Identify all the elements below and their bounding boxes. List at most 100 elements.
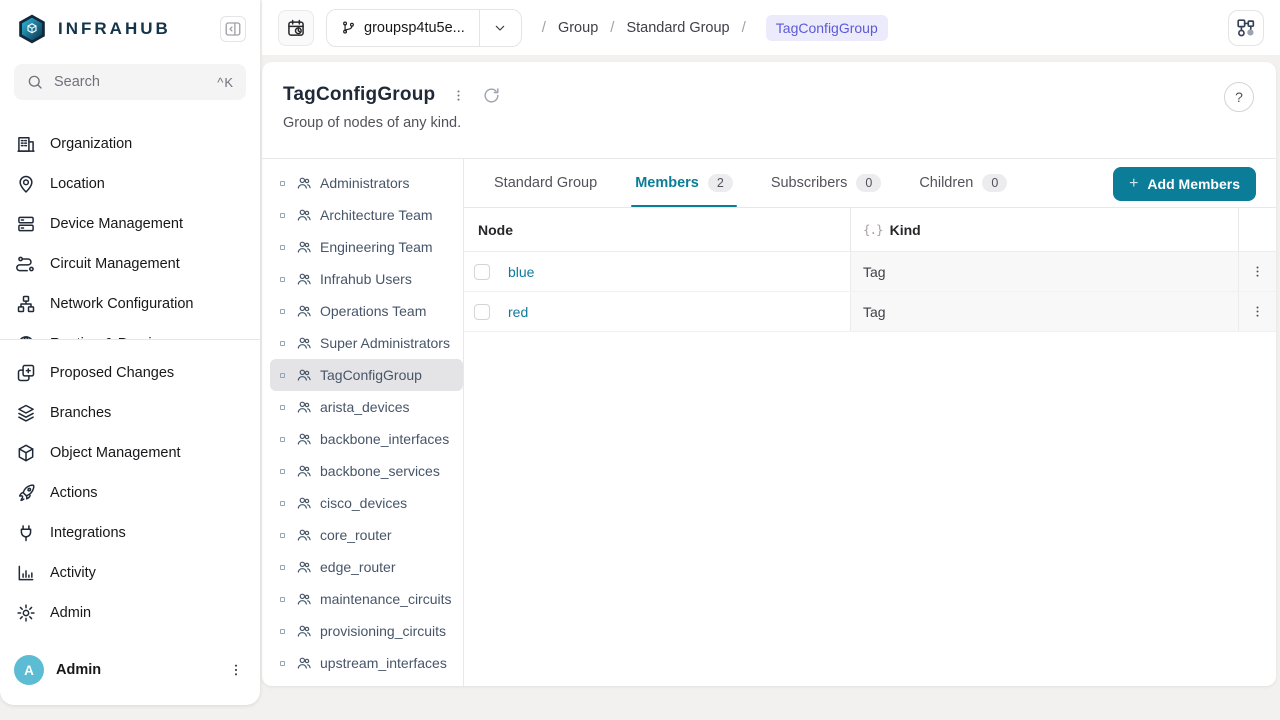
refresh-icon bbox=[484, 87, 499, 103]
group-list-item-tagconfiggroup[interactable]: TagConfigGroup bbox=[270, 359, 463, 391]
bullet-icon bbox=[280, 436, 285, 442]
users-icon bbox=[297, 497, 311, 509]
search-icon bbox=[28, 75, 42, 89]
group-list-item-label: Architecture Team bbox=[320, 207, 433, 223]
sidebar-item-actions[interactable]: Actions bbox=[0, 473, 260, 513]
sidebar-item-object-management[interactable]: Object Management bbox=[0, 433, 260, 473]
group-list-item-backbone-services[interactable]: backbone_services bbox=[262, 455, 463, 487]
page-description: Group of nodes of any kind. bbox=[283, 115, 462, 131]
row-actions-button[interactable] bbox=[1250, 304, 1265, 319]
schema-button[interactable] bbox=[1228, 9, 1264, 46]
git-branch-icon bbox=[343, 21, 354, 34]
sidebar-item-device-management[interactable]: Device Management bbox=[0, 204, 260, 244]
group-list-item-label: edge_router bbox=[320, 559, 396, 575]
group-list-item-label: Operations Team bbox=[320, 303, 427, 319]
refresh-button[interactable] bbox=[482, 86, 501, 105]
group-list-item-label: backbone_interfaces bbox=[320, 431, 450, 447]
layers-icon bbox=[18, 404, 34, 422]
group-list-item-label: Infrahub Users bbox=[320, 271, 412, 287]
group-list-item-engineering-team[interactable]: Engineering Team bbox=[262, 231, 463, 263]
breadcrumb-current[interactable]: TagConfigGroup bbox=[765, 14, 888, 41]
tab-label: Children bbox=[919, 175, 974, 191]
sidebar-item-activity[interactable]: Activity bbox=[0, 553, 260, 593]
group-list-item-core-router[interactable]: core_router bbox=[262, 519, 463, 551]
sidebar-item-organization[interactable]: Organization bbox=[0, 124, 260, 164]
branch-selector[interactable]: groupsp4tu5e... bbox=[326, 8, 522, 47]
tab-members[interactable]: Members 2 bbox=[631, 159, 737, 207]
breadcrumb-item-standard-group[interactable]: Standard Group bbox=[626, 20, 729, 36]
gear-icon bbox=[17, 604, 35, 622]
bullet-icon bbox=[280, 564, 285, 570]
sidebar-item-circuit-management[interactable]: Circuit Management bbox=[0, 244, 260, 284]
group-list-item-maintenance-circuits[interactable]: maintenance_circuits bbox=[262, 583, 463, 615]
row-checkbox[interactable] bbox=[474, 303, 490, 320]
group-list-item-architecture-team[interactable]: Architecture Team bbox=[262, 199, 463, 231]
group-list-item-provisioning-circuits[interactable]: provisioning_circuits bbox=[262, 615, 463, 647]
group-list-item-infrahub-users[interactable]: Infrahub Users bbox=[262, 263, 463, 295]
diff-icon bbox=[17, 364, 35, 382]
row-actions-button[interactable] bbox=[1250, 264, 1265, 279]
title-menu-button[interactable] bbox=[451, 88, 466, 103]
sidebar-item-label: Integrations bbox=[50, 525, 126, 541]
breadcrumb-item-group[interactable]: Group bbox=[558, 20, 598, 36]
chevron-down-icon bbox=[496, 25, 505, 31]
breadcrumb: / Group / Standard Group / bbox=[534, 19, 754, 36]
add-members-button[interactable]: + Add Members bbox=[1113, 167, 1256, 201]
user-menu-button[interactable] bbox=[228, 662, 244, 678]
sidebar-item-label: Proposed Changes bbox=[50, 365, 175, 381]
bullet-icon bbox=[280, 372, 285, 378]
help-button[interactable]: ? bbox=[1224, 82, 1254, 112]
group-list-item-cisco-devices[interactable]: cisco_devices bbox=[262, 487, 463, 519]
time-travel-button[interactable] bbox=[278, 9, 314, 46]
row-checkbox[interactable] bbox=[474, 263, 490, 280]
tab-label: Subscribers bbox=[770, 175, 848, 191]
sidebar-item-label: Actions bbox=[50, 485, 98, 501]
schema-icon bbox=[1237, 18, 1255, 36]
group-list-item-super-administrators[interactable]: Super Administrators bbox=[262, 327, 463, 359]
tab-standard-group[interactable]: Standard Group bbox=[494, 159, 597, 207]
sidebar-item-integrations[interactable]: Integrations bbox=[0, 513, 260, 553]
sidebar-item-admin[interactable]: Admin bbox=[0, 593, 260, 633]
panel-collapse-icon bbox=[225, 22, 241, 36]
avatar: A bbox=[14, 655, 44, 685]
node-link-blue[interactable]: blue bbox=[508, 264, 534, 280]
bullet-icon bbox=[280, 596, 285, 602]
sidebar-item-location[interactable]: Location bbox=[0, 164, 260, 204]
bullet-icon bbox=[280, 404, 285, 410]
group-list-item-administrators[interactable]: Administrators bbox=[262, 167, 463, 199]
table-row: blue Tag bbox=[464, 252, 1276, 292]
users-icon bbox=[297, 241, 311, 253]
users-icon bbox=[297, 401, 311, 413]
page-title: TagConfigGroup bbox=[283, 84, 436, 105]
group-list-item-operations-team[interactable]: Operations Team bbox=[262, 295, 463, 327]
sidebar-item-label: Circuit Management bbox=[50, 256, 180, 272]
sidebar-item-network-configuration[interactable]: Network Configuration bbox=[0, 284, 260, 324]
sidebar-item-branches[interactable]: Branches bbox=[0, 393, 260, 433]
tab-children[interactable]: Children 0 bbox=[919, 159, 1008, 207]
sidebar-collapse-button[interactable] bbox=[220, 16, 246, 42]
bullet-icon bbox=[280, 212, 285, 218]
building-icon bbox=[17, 137, 35, 152]
chevron-down-icon[interactable] bbox=[478, 9, 521, 46]
breadcrumb-separator: / bbox=[610, 19, 615, 36]
sidebar-item-label: Activity bbox=[50, 565, 96, 581]
group-list-item-backbone-interfaces[interactable]: backbone_interfaces bbox=[262, 423, 463, 455]
table-header: Node {.} Kind bbox=[464, 208, 1276, 252]
kebab-icon bbox=[1256, 306, 1259, 317]
sidebar-item-proposed-changes[interactable]: Proposed Changes bbox=[0, 353, 260, 393]
group-list-item-upstream-interfaces[interactable]: upstream_interfaces bbox=[262, 647, 463, 679]
table-body: blue Tag red Tag bbox=[464, 252, 1276, 332]
users-icon bbox=[297, 273, 311, 285]
sidebar-item-routing-peering[interactable]: Routing & Peering bbox=[0, 324, 260, 339]
breadcrumb-separator: / bbox=[741, 19, 746, 36]
bullet-icon bbox=[280, 276, 285, 282]
search-input[interactable]: Search ^K bbox=[14, 64, 246, 100]
group-list-item-arista-devices[interactable]: arista_devices bbox=[262, 391, 463, 423]
node-link-red[interactable]: red bbox=[508, 304, 528, 320]
search-shortcut: ^K bbox=[217, 74, 234, 90]
group-list-item-edge-router[interactable]: edge_router bbox=[262, 551, 463, 583]
tab-subscribers[interactable]: Subscribers 0 bbox=[771, 159, 882, 207]
bullet-icon bbox=[280, 628, 285, 634]
plus-icon: + bbox=[1129, 175, 1139, 192]
tab-count-badge: 0 bbox=[856, 173, 882, 193]
